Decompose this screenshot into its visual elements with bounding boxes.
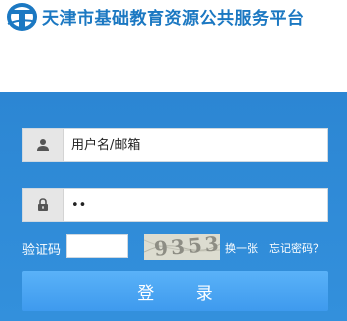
refresh-captcha-link[interactable]: 换一张 — [225, 240, 258, 256]
username-field — [22, 128, 328, 162]
captcha-row: 验证码 9353 换一张 忘记密码？ — [22, 234, 342, 260]
forgot-password-link[interactable]: 忘记密码？ — [269, 240, 324, 256]
user-icon — [37, 139, 49, 151]
lock-icon — [38, 198, 48, 211]
user-icon-box — [23, 129, 64, 161]
site-title: 天津市基础教育资源公共服务平台 — [42, 9, 305, 29]
captcha-input[interactable] — [66, 234, 128, 258]
password-input[interactable] — [71, 189, 321, 221]
captcha-label: 验证码 — [22, 243, 62, 258]
captcha-text: 9353 — [153, 234, 220, 260]
tianjin-education-logo — [7, 3, 37, 31]
username-input[interactable] — [71, 129, 321, 161]
login-button[interactable]: 登 录 — [22, 271, 328, 311]
password-field — [22, 188, 328, 222]
captcha-image[interactable]: 9353 — [144, 234, 220, 260]
lock-icon-box — [23, 189, 64, 221]
header: 天津市基础教育资源公共服务平台 — [0, 0, 347, 92]
